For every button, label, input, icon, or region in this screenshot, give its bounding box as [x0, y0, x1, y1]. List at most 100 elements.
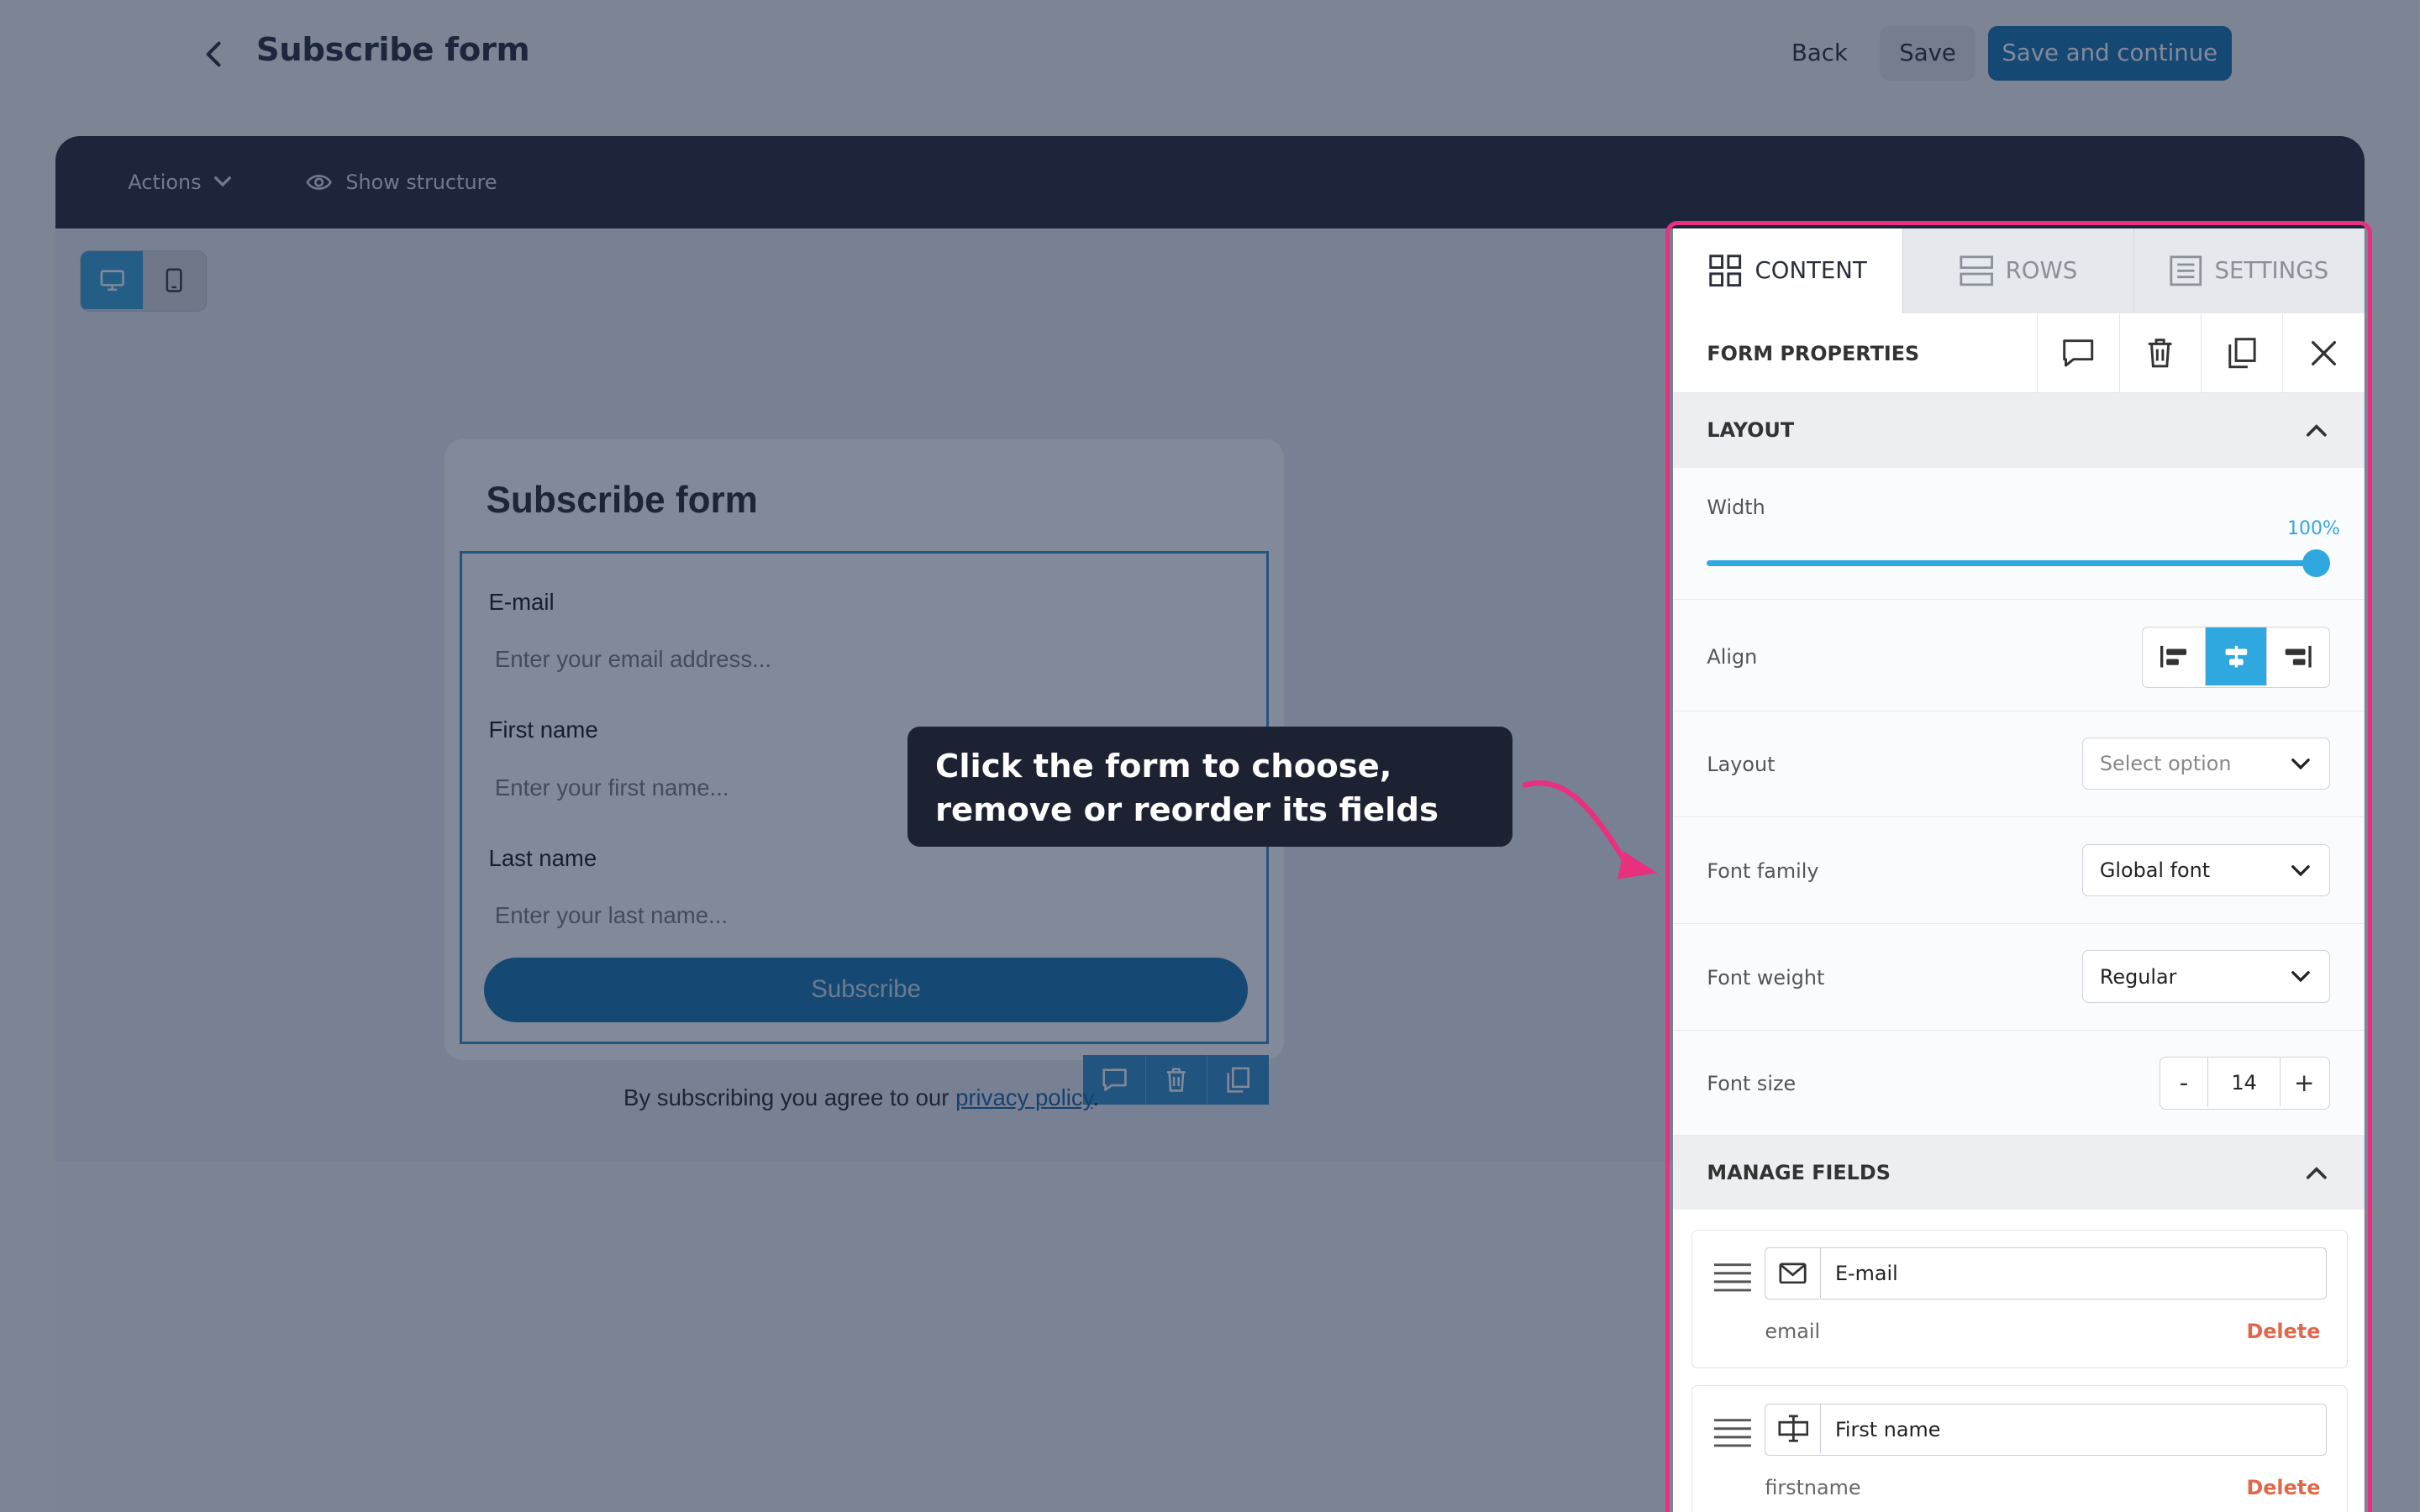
font-weight-label: Font weight — [1707, 965, 1825, 990]
grid-icon — [1709, 255, 1742, 287]
field-card-email: E-mail email Delete — [1691, 1229, 2348, 1369]
width-value: 100% — [2286, 518, 2340, 540]
align-center-button[interactable] — [2204, 627, 2267, 686]
field-name-input[interactable]: E-mail — [1765, 1247, 2327, 1300]
trash-icon[interactable] — [1144, 1055, 1207, 1105]
back-button[interactable]: Back — [1775, 26, 1865, 80]
manage-fields-section-header[interactable]: MANAGE FIELDS — [1672, 1135, 2365, 1210]
width-row: Width 100% — [1672, 467, 2365, 601]
field-name-input[interactable]: First name — [1765, 1403, 2327, 1456]
show-structure-toggle[interactable]: Show structure — [306, 166, 497, 197]
increment-button[interactable]: + — [2281, 1058, 2328, 1107]
tab-content-label: CONTENT — [1754, 257, 1867, 285]
font-weight-select[interactable]: Regular — [2081, 950, 2331, 1003]
font-family-label: Font family — [1707, 859, 1819, 884]
font-family-select[interactable]: Global font — [2081, 843, 2331, 897]
actions-menu[interactable]: Actions — [128, 166, 232, 197]
eye-icon — [306, 174, 332, 190]
duplicate-icon[interactable] — [1207, 1055, 1268, 1105]
show-structure-label: Show structure — [345, 170, 497, 194]
layout-select-value: Select option — [2099, 752, 2232, 776]
email-label: E-mail — [488, 588, 555, 615]
tab-rows[interactable]: ROWS — [1903, 228, 2134, 313]
align-right-button[interactable] — [2266, 627, 2328, 686]
last-name-field[interactable]: Enter your last name... — [489, 895, 1245, 936]
font-size-stepper: - 14 + — [2159, 1057, 2331, 1110]
decrement-button[interactable]: - — [2160, 1058, 2208, 1107]
tab-content[interactable]: CONTENT — [1672, 228, 1904, 313]
drag-handle-icon[interactable] — [1712, 1262, 1753, 1293]
chevron-down-icon — [2291, 758, 2311, 770]
desktop-view-button[interactable] — [81, 250, 143, 310]
chevron-down-icon — [214, 176, 232, 187]
form-properties-title: FORM PROPERTIES — [1707, 341, 1920, 365]
block-tools — [1083, 1055, 1269, 1105]
properties-panel: CONTENT ROWS SETTINGS FORM PROPERTIES LA… — [1672, 228, 2365, 1512]
font-size-value[interactable]: 14 — [2207, 1058, 2281, 1107]
font-size-row: Font size - 14 + — [1672, 1030, 2365, 1136]
actions-label: Actions — [128, 170, 202, 194]
tab-settings-label: SETTINGS — [2214, 257, 2329, 285]
text-cursor-icon — [1765, 1404, 1822, 1454]
layout-row: Layout Select option — [1672, 711, 2365, 818]
manage-fields-title: MANAGE FIELDS — [1707, 1160, 1891, 1184]
panel-tabs: CONTENT ROWS SETTINGS — [1672, 228, 2365, 313]
subscribe-button[interactable]: Subscribe — [484, 957, 1249, 1023]
close-icon[interactable] — [2282, 312, 2364, 394]
align-label: Align — [1707, 644, 1758, 669]
chevron-down-icon — [2291, 971, 2311, 983]
width-slider-handle[interactable] — [2302, 549, 2331, 577]
onboarding-tooltip: Click the form to choose, remove or reor… — [907, 727, 1512, 848]
delete-field-button[interactable]: Delete — [2246, 1320, 2320, 1343]
device-toggle — [80, 249, 208, 312]
save-and-continue-button[interactable]: Save and continue — [1987, 26, 2232, 81]
align-center-icon — [2225, 645, 2247, 668]
chevron-up-icon — [2306, 1166, 2327, 1179]
drag-handle-icon[interactable] — [1712, 1417, 1753, 1448]
comment-icon[interactable] — [2037, 312, 2118, 394]
font-weight-value: Regular — [2099, 964, 2177, 989]
field-name-value: E-mail — [1834, 1262, 1898, 1286]
tab-settings[interactable]: SETTINGS — [2134, 228, 2365, 313]
field-card-firstname: First name firstname Delete — [1691, 1385, 2348, 1512]
font-family-value: Global font — [2099, 858, 2211, 882]
top-header: Subscribe form Back Save Save and contin… — [0, 0, 2420, 136]
envelope-icon — [1765, 1248, 1822, 1298]
chevron-up-icon — [2306, 424, 2327, 437]
width-label: Width — [1707, 495, 1765, 519]
align-left-icon — [2160, 645, 2186, 668]
form-properties-bar: FORM PROPERTIES — [1672, 312, 2365, 394]
font-weight-row: Font weight Regular — [1672, 924, 2365, 1031]
privacy-policy-link[interactable]: privacy policy — [955, 1084, 1092, 1110]
font-family-row: Font family Global font — [1672, 817, 2365, 925]
email-field[interactable]: Enter your email address... — [489, 640, 1245, 680]
settings-list-icon — [2170, 255, 2202, 286]
font-size-label: Font size — [1707, 1072, 1797, 1096]
page-title: Subscribe form — [255, 30, 530, 69]
width-slider-track[interactable] — [1707, 559, 2318, 567]
save-button[interactable]: Save — [1880, 26, 1975, 81]
field-key: email — [1765, 1320, 1821, 1344]
align-left-button[interactable] — [2143, 627, 2204, 686]
mobile-view-button[interactable] — [143, 251, 204, 310]
rows-icon — [1960, 255, 1993, 286]
back-arrow-icon[interactable] — [197, 34, 231, 74]
layout-select[interactable]: Select option — [2081, 737, 2331, 790]
form-heading: Subscribe form — [486, 480, 758, 522]
consent-end: . — [1092, 1084, 1100, 1111]
layout-section-header[interactable]: LAYOUT — [1672, 393, 2365, 468]
pointer-arrow-icon — [1522, 780, 1658, 879]
layout-label: Layout — [1707, 753, 1776, 777]
editor-toolbar: Actions Show structure — [55, 135, 2365, 228]
first-name-label: First name — [488, 717, 598, 743]
privacy-consent-text: By subscribing you agree to our privacy … — [623, 1084, 1099, 1111]
tab-rows-label: ROWS — [2005, 257, 2078, 285]
field-name-value: First name — [1834, 1417, 1941, 1441]
mobile-icon — [166, 268, 182, 292]
trash-icon[interactable] — [2118, 312, 2201, 394]
duplicate-icon[interactable] — [2201, 312, 2282, 394]
align-row: Align — [1672, 600, 2365, 711]
delete-field-button[interactable]: Delete — [2246, 1476, 2320, 1499]
chevron-down-icon — [2291, 864, 2311, 876]
layout-section-title: LAYOUT — [1707, 418, 1795, 443]
